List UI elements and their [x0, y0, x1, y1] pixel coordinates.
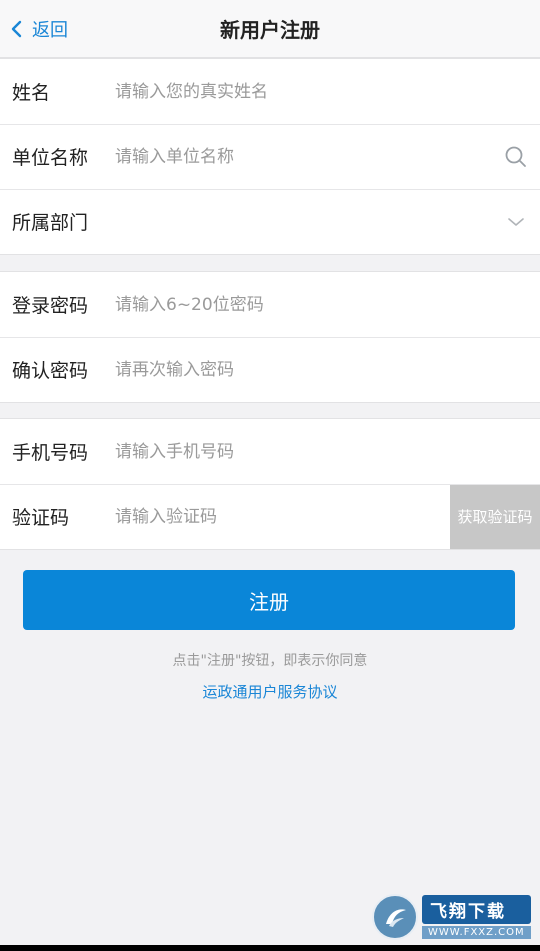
name-row: 姓名	[0, 59, 540, 124]
name-label: 姓名	[12, 82, 51, 104]
code-row: 验证码 获取验证码	[0, 484, 540, 549]
phone-label: 手机号码	[12, 442, 89, 464]
password-row: 登录密码	[0, 272, 540, 337]
agreement-text: 点击"注册"按钮，即表示你同意	[172, 653, 368, 669]
code-input[interactable]	[115, 496, 450, 537]
phone-group: 手机号码 验证码 获取验证码	[0, 418, 540, 550]
get-code-button[interactable]: 获取验证码	[450, 484, 540, 549]
confirm-password-label: 确认密码	[12, 360, 89, 382]
watermark-text: 飞翔下载 WWW.FXXZ.COM	[422, 895, 531, 939]
nav-header: 返回 新用户注册	[0, 0, 540, 58]
agreement-link[interactable]: 运政通用户服务协议	[0, 681, 540, 702]
confirm-password-row: 确认密码	[0, 337, 540, 402]
watermark-logo-icon	[372, 894, 418, 940]
phone-row: 手机号码	[0, 419, 540, 484]
confirm-password-input[interactable]	[115, 349, 540, 390]
profile-group: 姓名 单位名称 所属部门	[0, 58, 540, 255]
watermark-title: 飞翔下载	[422, 895, 531, 924]
phone-input[interactable]	[115, 431, 540, 472]
code-label: 验证码	[12, 507, 70, 529]
search-icon[interactable]	[494, 135, 538, 179]
page-title: 新用户注册	[220, 18, 320, 42]
department-select[interactable]	[115, 202, 494, 242]
department-row[interactable]: 所属部门	[0, 189, 540, 254]
unit-label: 单位名称	[12, 147, 89, 169]
register-page: 返回 新用户注册 姓名 单位名称 所属部门	[0, 0, 540, 951]
password-group: 登录密码 确认密码	[0, 271, 540, 403]
name-input[interactable]	[115, 71, 540, 112]
password-input[interactable]	[115, 284, 540, 325]
watermark: 飞翔下载 WWW.FXXZ.COM	[372, 892, 532, 942]
unit-input[interactable]	[115, 136, 494, 177]
unit-row: 单位名称	[0, 124, 540, 189]
register-button[interactable]: 注册	[23, 570, 515, 630]
system-bottom-bar	[0, 945, 540, 951]
department-label: 所属部门	[12, 212, 89, 234]
watermark-url: WWW.FXXZ.COM	[422, 926, 531, 939]
chevron-down-icon	[494, 200, 538, 244]
password-label: 登录密码	[12, 295, 89, 317]
